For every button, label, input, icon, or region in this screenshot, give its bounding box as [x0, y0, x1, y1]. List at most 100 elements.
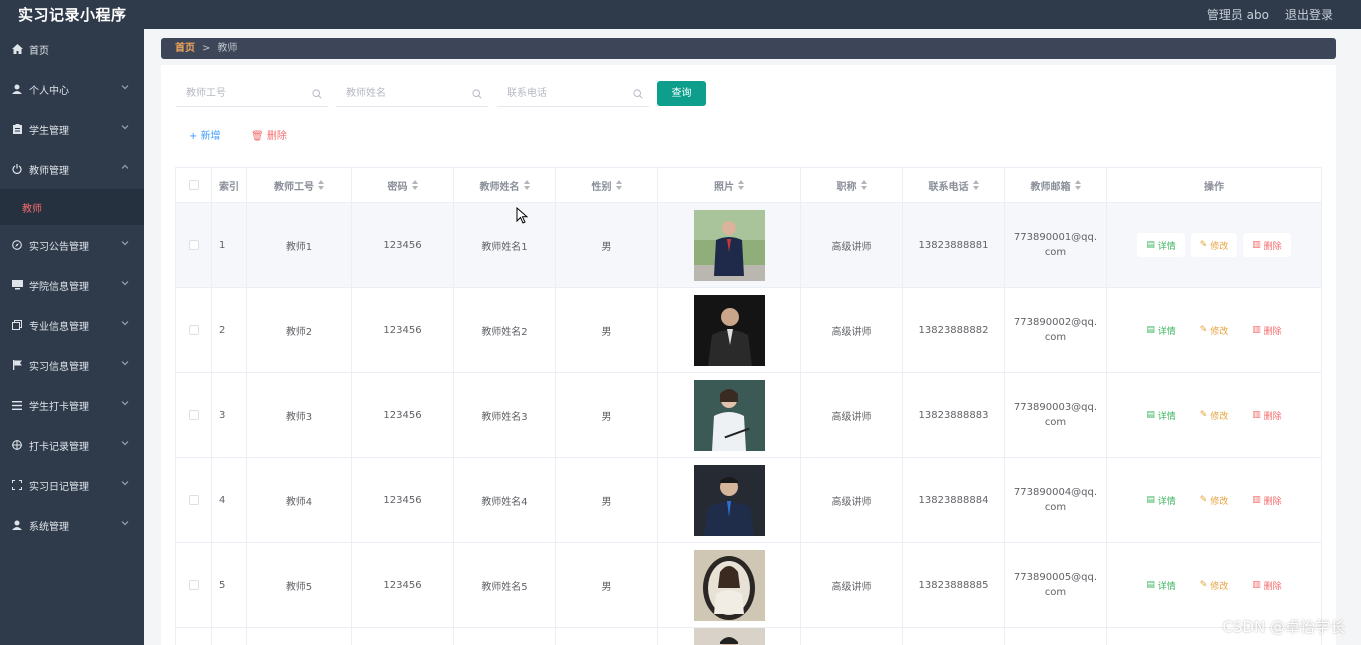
- delete-button[interactable]: ▥ 删除: [1243, 488, 1291, 512]
- table-body: 1 教师1 123456 教师姓名1 男 高级讲师 13823888881 77…: [176, 203, 1322, 645]
- breadcrumb-current: 教师: [217, 43, 238, 54]
- cell-index: [212, 628, 247, 645]
- batch-delete-button[interactable]: 🗑 删除: [251, 127, 287, 142]
- search-icon: [472, 89, 482, 99]
- delete-button[interactable]: ▥ 删除: [1243, 233, 1291, 257]
- sidebar-item-home[interactable]: 首页: [0, 29, 144, 69]
- detail-button[interactable]: ▤ 详情: [1137, 233, 1185, 257]
- detail-label: 详情: [1157, 326, 1176, 337]
- phone-input[interactable]: 联系电话: [497, 81, 649, 107]
- edit-button[interactable]: ✎ 修改: [1190, 403, 1238, 427]
- edit-button[interactable]: ✎ 修改: [1190, 488, 1238, 512]
- row-select[interactable]: [176, 373, 212, 457]
- teacher-name-input[interactable]: 教师姓名: [336, 81, 488, 107]
- header-photo[interactable]: 照片: [658, 168, 801, 202]
- header-select-all[interactable]: [176, 168, 212, 202]
- cell-title: 高级讲师: [801, 203, 903, 287]
- teacher-photo[interactable]: [693, 294, 765, 366]
- header-gender[interactable]: 性别: [556, 168, 658, 202]
- row-select[interactable]: [176, 543, 212, 627]
- sidebar-item-internship-diary[interactable]: 实习日记管理: [0, 465, 144, 505]
- row-checkbox[interactable]: [188, 495, 199, 505]
- teacher-photo[interactable]: [693, 379, 765, 451]
- chevron-down-icon: [121, 521, 129, 526]
- row-select[interactable]: [176, 458, 212, 542]
- delete-button[interactable]: ▥ 删除: [1243, 573, 1291, 597]
- header-phone[interactable]: 联系电话: [903, 168, 1005, 202]
- detail-button[interactable]: ▤ 详情: [1137, 318, 1185, 342]
- sort-icon[interactable]: [860, 180, 867, 190]
- row-select[interactable]: [176, 628, 212, 645]
- sidebar-subitem-teacher[interactable]: 教师: [0, 189, 144, 225]
- cell-teacher-name: [454, 628, 556, 645]
- sidebar-item-internship-info[interactable]: 实习信息管理: [0, 345, 144, 385]
- breadcrumb-home[interactable]: 首页: [175, 43, 195, 54]
- teacher-id-input[interactable]: 教师工号: [176, 81, 328, 107]
- teacher-photo[interactable]: [693, 464, 765, 536]
- detail-button[interactable]: ▤ 详情: [1137, 573, 1185, 597]
- delete-label: 删除: [1263, 411, 1282, 422]
- detail-button[interactable]: ▤ 详情: [1137, 488, 1185, 512]
- header-teacher-id[interactable]: 教师工号: [247, 168, 352, 202]
- table-row: 1 教师1 123456 教师姓名1 男 高级讲师 13823888881 77…: [176, 203, 1322, 288]
- sort-icon[interactable]: [738, 180, 744, 190]
- add-button[interactable]: + 新增: [189, 127, 221, 142]
- target-icon: [11, 439, 23, 451]
- row-checkbox[interactable]: [188, 240, 199, 250]
- header-email[interactable]: 教师邮箱: [1005, 168, 1107, 202]
- edit-label: 修改: [1210, 581, 1229, 592]
- sidebar-item-student-checkin[interactable]: 学生打卡管理: [0, 385, 144, 425]
- teacher-photo[interactable]: [693, 628, 765, 645]
- row-checkbox[interactable]: [188, 325, 199, 335]
- sidebar-item-personal-center[interactable]: 个人中心: [0, 69, 144, 109]
- sidebar-item-label: 系统管理: [29, 521, 69, 533]
- select-all-checkbox[interactable]: [188, 180, 199, 190]
- delete-button[interactable]: ▥ 删除: [1243, 403, 1291, 427]
- header-title[interactable]: 职称: [801, 168, 903, 202]
- sort-icon[interactable]: [411, 180, 418, 190]
- sidebar-item-checkin-records[interactable]: 打卡记录管理: [0, 425, 144, 465]
- cell-gender: 男: [556, 288, 658, 372]
- header-teacher-name[interactable]: 教师姓名: [454, 168, 556, 202]
- edit-label: 修改: [1210, 411, 1229, 422]
- detail-button[interactable]: ▤ 详情: [1137, 403, 1185, 427]
- row-checkbox[interactable]: [188, 580, 199, 590]
- logout-link[interactable]: 退出登录: [1285, 6, 1333, 23]
- cell-phone: 13823888885: [903, 543, 1005, 627]
- header-label: 教师姓名: [479, 181, 520, 193]
- sidebar-item-system-management[interactable]: 系统管理: [0, 505, 144, 545]
- delete-label: 删除: [1263, 241, 1282, 252]
- teacher-photo[interactable]: [693, 209, 765, 281]
- edit-button[interactable]: ✎ 修改: [1190, 318, 1238, 342]
- row-checkbox[interactable]: [188, 410, 199, 420]
- document-icon: ▤: [1146, 580, 1158, 590]
- sort-icon[interactable]: [523, 180, 530, 190]
- header-password[interactable]: 密码: [352, 168, 454, 202]
- row-select[interactable]: [176, 203, 212, 287]
- sidebar-item-teacher-management[interactable]: 教师管理: [0, 149, 144, 189]
- sort-icon[interactable]: [615, 180, 622, 190]
- pencil-icon: ✎: [1199, 580, 1211, 590]
- detail-label: 详情: [1157, 241, 1176, 252]
- teacher-photo[interactable]: [693, 549, 765, 621]
- edit-button[interactable]: ✎ 修改: [1190, 233, 1238, 257]
- query-button[interactable]: 查询: [657, 81, 706, 106]
- table-row: 2 教师2 123456 教师姓名2 男 高级讲师 13823888882 77…: [176, 288, 1322, 373]
- sidebar-item-major-info[interactable]: 专业信息管理: [0, 305, 144, 345]
- cell-phone: 13823888883: [903, 373, 1005, 457]
- sidebar-item-student-management[interactable]: 学生管理: [0, 109, 144, 149]
- cell-actions: ▤ 详情 ✎ 修改 ▥ 删除: [1107, 203, 1322, 287]
- cell-teacher-id: 教师1: [247, 203, 352, 287]
- edit-button[interactable]: ✎ 修改: [1190, 573, 1238, 597]
- sidebar-item-internship-notice[interactable]: 实习公告管理: [0, 225, 144, 265]
- sidebar-item-college-info[interactable]: 学院信息管理: [0, 265, 144, 305]
- cell-photo: [658, 288, 801, 372]
- sort-icon[interactable]: [972, 180, 979, 190]
- detail-label: 详情: [1157, 581, 1176, 592]
- sort-icon[interactable]: [1074, 180, 1081, 190]
- row-select[interactable]: [176, 288, 212, 372]
- delete-button[interactable]: ▥ 删除: [1243, 318, 1291, 342]
- sort-icon[interactable]: [318, 180, 324, 190]
- chevron-up-icon: [121, 164, 129, 169]
- chevron-down-icon: [121, 361, 129, 366]
